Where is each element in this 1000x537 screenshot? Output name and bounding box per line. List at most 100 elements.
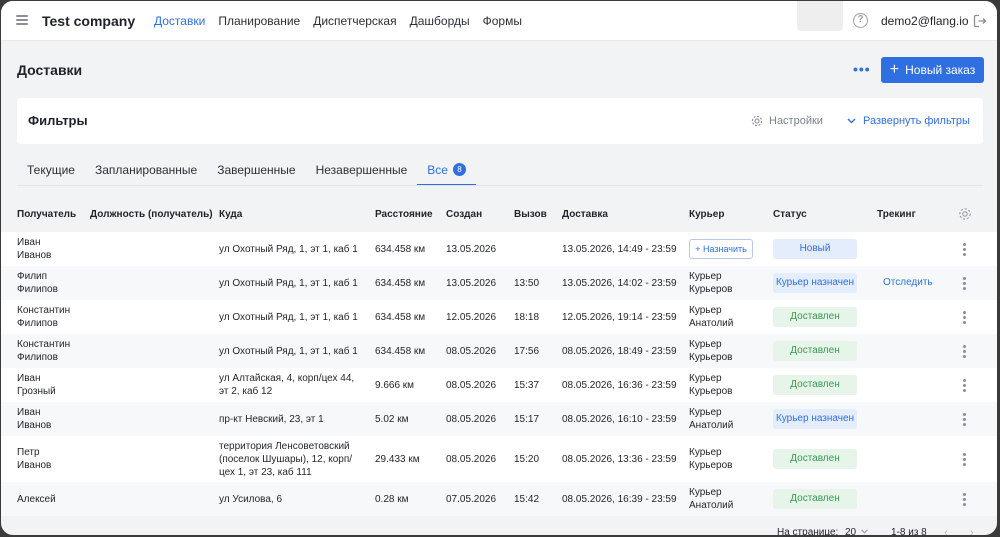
- courier-cell-line: Курьеров: [689, 284, 733, 295]
- distance-cell: 634.458 км: [375, 312, 426, 323]
- distance-cell: 634.458 км: [375, 346, 426, 357]
- column-header-address[interactable]: Куда: [219, 209, 242, 220]
- nav-item-forms[interactable]: Формы: [483, 14, 522, 28]
- notification-toast-placeholder: [797, 1, 843, 31]
- nav-item-planning[interactable]: Планирование: [218, 14, 300, 28]
- distance-cell: 634.458 км: [375, 244, 426, 255]
- distance-cell: 634.458 км: [375, 278, 426, 289]
- column-header-created[interactable]: Создан: [446, 209, 482, 220]
- table-row[interactable]: Петр Иванов территория Ленсоветовский (посе…: [1, 436, 997, 482]
- row-menu-icon[interactable]: [963, 453, 966, 468]
- user-email[interactable]: demo2@flang.io: [881, 14, 969, 28]
- address-cell: ул Усилова, 6: [219, 493, 282, 506]
- expand-filters-button[interactable]: Развернуть фильтры: [847, 115, 970, 127]
- address-cell-line: пр-кт Невский, 23, эт 1: [219, 414, 324, 425]
- row-menu-icon[interactable]: [963, 379, 966, 394]
- courier-cell-line: Курьер: [689, 339, 722, 350]
- row-menu-icon[interactable]: [963, 493, 966, 508]
- address-cell-line: эт 2, каб 12: [219, 386, 273, 397]
- tab-completed[interactable]: Завершенные: [207, 156, 305, 186]
- recipient-cell-line: Иван: [17, 237, 41, 248]
- new-order-label: Новый заказ: [905, 63, 976, 77]
- tab-all-count-badge: 8: [452, 163, 466, 176]
- table-row[interactable]: Иван Грозный ул Алтайская, 4, корп/цех 44,…: [1, 368, 997, 402]
- recipient-cell: Филип Филипов: [17, 270, 58, 296]
- table-row[interactable]: Иван Иванов ул Охотный Ряд, 1, эт 1, каб 1…: [1, 232, 997, 266]
- nav-item-deliveries[interactable]: Доставки: [154, 14, 205, 28]
- tab-current[interactable]: Текущие: [17, 156, 85, 186]
- previous-page-icon[interactable]: ‹: [944, 527, 948, 535]
- recipient-cell-line: Филипов: [17, 318, 58, 329]
- call-time-cell: 15:17: [514, 414, 540, 425]
- status-badge: Курьер назначен: [773, 273, 857, 293]
- address-cell-line: ул Охотный Ряд, 1, эт 1, каб 1: [219, 244, 358, 255]
- created-cell: 13.05.2026: [446, 278, 497, 289]
- recipient-cell-line: Иванов: [17, 420, 52, 431]
- next-page-icon[interactable]: ›: [970, 527, 974, 535]
- assign-courier-button[interactable]: + Назначить: [689, 239, 753, 259]
- row-menu-icon[interactable]: [963, 277, 966, 292]
- table-row[interactable]: Филип Филипов ул Охотный Ряд, 1, эт 1, каб…: [1, 266, 997, 300]
- tab-planned[interactable]: Запланированные: [85, 156, 207, 186]
- column-header-recipient[interactable]: Получатель: [17, 209, 76, 220]
- address-cell: ул Охотный Ряд, 1, эт 1, каб 1: [219, 243, 358, 256]
- column-header-distance[interactable]: Расстояние: [375, 209, 433, 220]
- created-cell: 12.05.2026: [446, 312, 497, 323]
- nav-item-dashboards[interactable]: Дашборды: [410, 14, 470, 28]
- address-cell: ул Охотный Ряд, 1, эт 1, каб 1: [219, 277, 358, 290]
- recipient-cell-line: Филип: [17, 271, 48, 282]
- per-page-select[interactable]: 20: [845, 527, 856, 535]
- table-row[interactable]: Константин Филипов ул Охотный Ряд, 1, эт 1…: [1, 300, 997, 334]
- column-header-delivery[interactable]: Доставка: [562, 209, 608, 220]
- delivery-window-cell: 13.05.2026, 14:49 - 23:59: [562, 244, 677, 255]
- status-badge: Доставлен: [773, 375, 857, 395]
- distance-cell: 0.28 км: [375, 494, 409, 505]
- recipient-cell-line: Иванов: [17, 460, 52, 471]
- row-menu-icon[interactable]: [963, 413, 966, 428]
- per-page-label: На странице:: [777, 527, 839, 535]
- main-nav: Доставки Планирование Диспетчерская Дашб…: [154, 14, 535, 28]
- nav-item-dispatch[interactable]: Диспетчерская: [313, 14, 396, 28]
- status-badge: Новый: [773, 239, 857, 259]
- status-badge: Доставлен: [773, 449, 857, 469]
- recipient-cell-line: Алексей: [17, 494, 56, 505]
- table-row[interactable]: Константин Филипов ул Охотный Ряд, 1, эт 1…: [1, 334, 997, 368]
- table-row[interactable]: Алексей ул Усилова, 6 0.28 км 07.05.2026 15:…: [1, 482, 997, 516]
- row-menu-icon[interactable]: [963, 311, 966, 326]
- chevron-down-icon[interactable]: [861, 529, 868, 534]
- table-row[interactable]: Иван Иванов пр-кт Невский, 23, эт 1 5.02 км…: [1, 402, 997, 436]
- call-time-cell: 15:42: [514, 494, 540, 505]
- columns-settings-gear-icon[interactable]: [958, 207, 972, 221]
- filter-settings-button[interactable]: Настройки: [751, 115, 823, 127]
- logout-icon[interactable]: [973, 14, 987, 28]
- row-menu-icon[interactable]: [963, 345, 966, 360]
- more-options-icon[interactable]: •••: [853, 62, 871, 76]
- column-header-position[interactable]: Должность (получатель): [90, 209, 213, 220]
- delivery-window-cell: 08.05.2026, 18:49 - 23:59: [562, 346, 677, 357]
- tab-incomplete[interactable]: Незавершенные: [306, 156, 418, 186]
- recipient-cell-line: Филипов: [17, 284, 58, 295]
- help-icon[interactable]: ?: [853, 13, 868, 28]
- delivery-window-cell: 08.05.2026, 16:39 - 23:59: [562, 494, 677, 505]
- deliveries-table: Получатель Должность (получатель) Куда Р…: [1, 199, 997, 519]
- created-cell: 08.05.2026: [446, 454, 497, 465]
- filters-title: Фильтры: [28, 113, 88, 128]
- column-header-status[interactable]: Статус: [773, 209, 807, 220]
- column-header-courier[interactable]: Курьер: [689, 209, 724, 220]
- column-header-call[interactable]: Вызов: [514, 209, 547, 220]
- address-cell-line: (поселок Шушары), 12, корп/: [219, 454, 353, 465]
- new-order-button[interactable]: + Новый заказ: [881, 57, 984, 83]
- app-window: Test company Доставки Планирование Диспе…: [1, 1, 997, 535]
- row-menu-icon[interactable]: [963, 243, 966, 258]
- call-time-cell: 15:37: [514, 380, 540, 391]
- courier-cell-line: Курьеров: [689, 460, 733, 471]
- column-header-tracking[interactable]: Трекинг: [877, 209, 916, 220]
- tab-all[interactable]: Все 8: [417, 156, 476, 186]
- track-link[interactable]: Отследить: [883, 277, 933, 288]
- status-badge: Доставлен: [773, 489, 857, 509]
- recipient-cell: Иван Грозный: [17, 372, 56, 398]
- pagination: На странице: 20 1-8 из 8 ‹ ›: [1, 519, 997, 535]
- call-time-cell: 15:20: [514, 454, 540, 465]
- recipient-cell: Алексей: [17, 493, 56, 506]
- menu-icon[interactable]: [16, 15, 28, 25]
